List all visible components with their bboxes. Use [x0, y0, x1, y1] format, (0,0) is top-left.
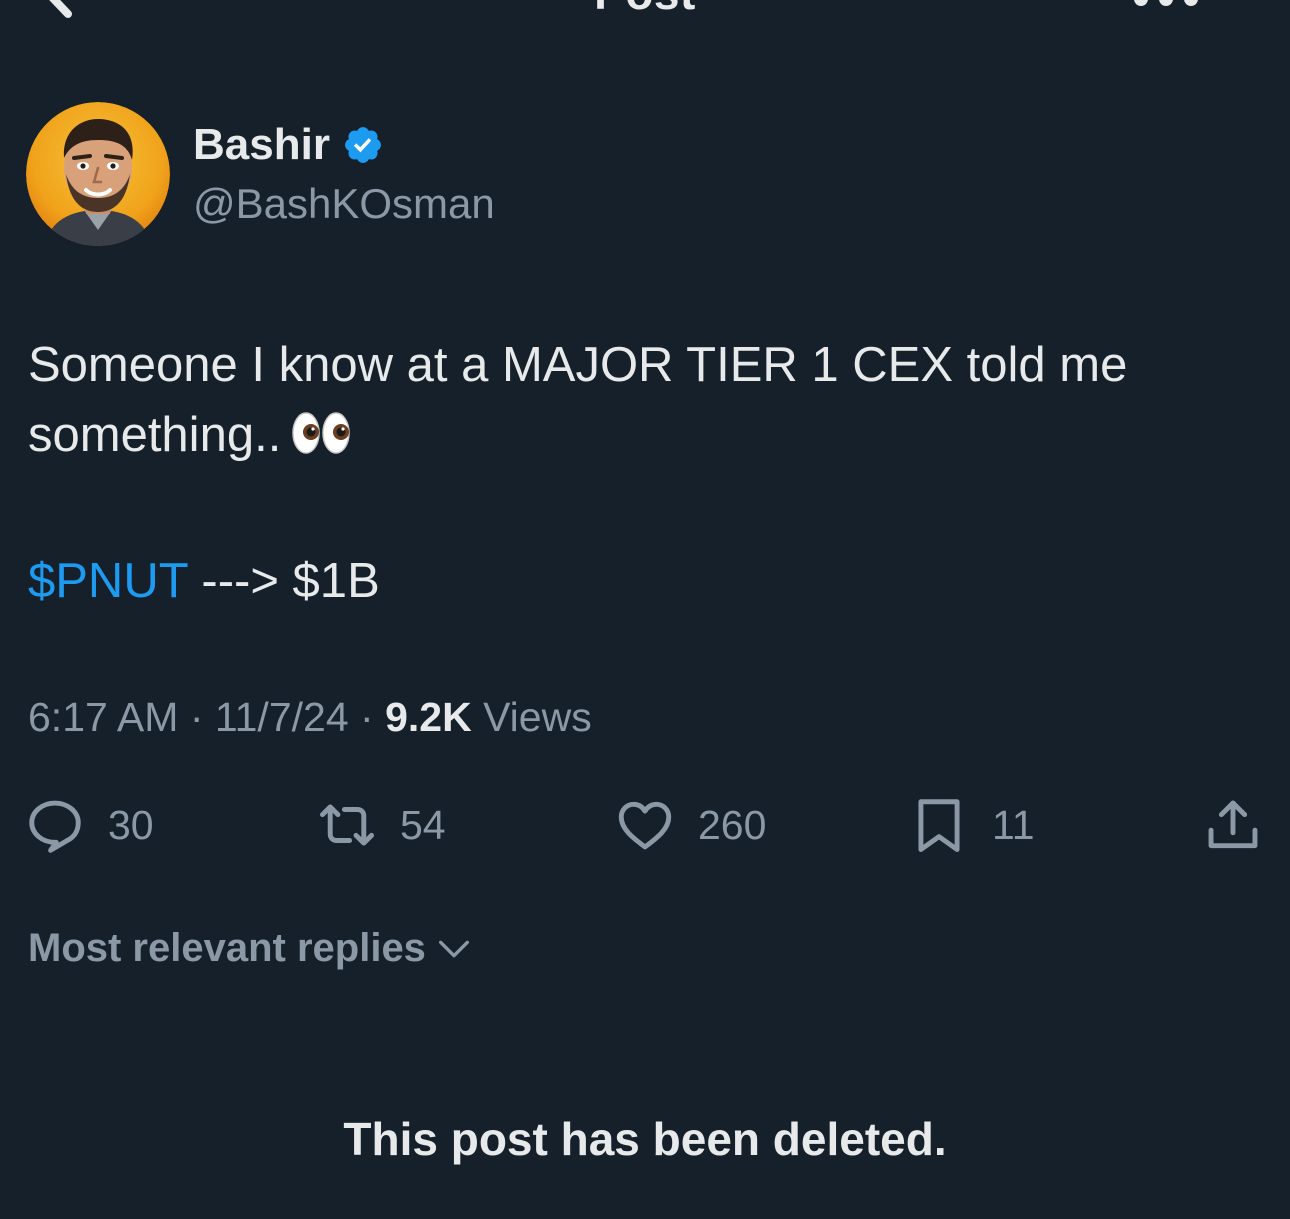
header: Post	[0, 0, 1290, 30]
cashtag-link[interactable]: $PNUT	[28, 554, 188, 608]
repost-count: 54	[400, 801, 446, 848]
share-button[interactable]	[1202, 790, 1264, 860]
repost-button[interactable]: 54	[316, 790, 446, 860]
bookmark-button[interactable]: 11	[908, 790, 1035, 860]
eyes-emoji-icon	[292, 412, 351, 454]
bookmark-icon	[918, 799, 960, 852]
heart-icon	[618, 801, 672, 850]
user-handle[interactable]: @BashKOsman	[193, 180, 495, 228]
reply-button[interactable]: 30	[24, 790, 154, 860]
post-time[interactable]: 6:17 AM	[28, 694, 178, 740]
tweet-text-line1: Someone I know at a MAJOR TIER 1 CEX tol…	[28, 338, 1128, 462]
replies-sort-dropdown[interactable]: Most relevant replies	[28, 926, 474, 971]
deleted-post-notice: This post has been deleted.	[343, 1113, 947, 1165]
verified-badge-icon	[345, 127, 381, 163]
views-label: Views	[471, 694, 592, 740]
author-row: Bashir @BashKOsman	[26, 102, 726, 246]
display-name[interactable]: Bashir	[193, 120, 330, 170]
tweet-text-line2: $PNUT ---> $1B	[28, 546, 380, 616]
like-count: 260	[698, 801, 767, 848]
tweet-text-rest: ---> $1B	[187, 554, 380, 608]
reply-count: 30	[108, 801, 154, 848]
repost-icon	[320, 804, 374, 846]
avatar[interactable]	[26, 102, 170, 246]
reply-icon	[29, 800, 81, 853]
action-bar: 30 54 260 11	[0, 790, 1290, 860]
post-date[interactable]: 11/7/24	[215, 694, 349, 740]
like-button[interactable]: 260	[614, 790, 766, 860]
tweet-text: Someone I know at a MAJOR TIER 1 CEX tol…	[28, 330, 1268, 470]
share-icon	[1208, 800, 1258, 849]
chevron-down-icon	[438, 940, 469, 957]
views-count[interactable]: 9.2K	[385, 694, 472, 740]
bookmark-count: 11	[992, 801, 1035, 848]
avatar-image	[26, 102, 170, 246]
more-button[interactable]	[1134, 0, 1198, 8]
post-page: Post	[0, 0, 1290, 1219]
post-meta: 6:17 AM · 11/7/24 · 9.2K Views	[28, 694, 592, 740]
replies-sort-label: Most relevant replies	[28, 926, 426, 970]
more-horizontal-icon	[1134, 0, 1148, 6]
page-title: Post	[0, 0, 1290, 20]
